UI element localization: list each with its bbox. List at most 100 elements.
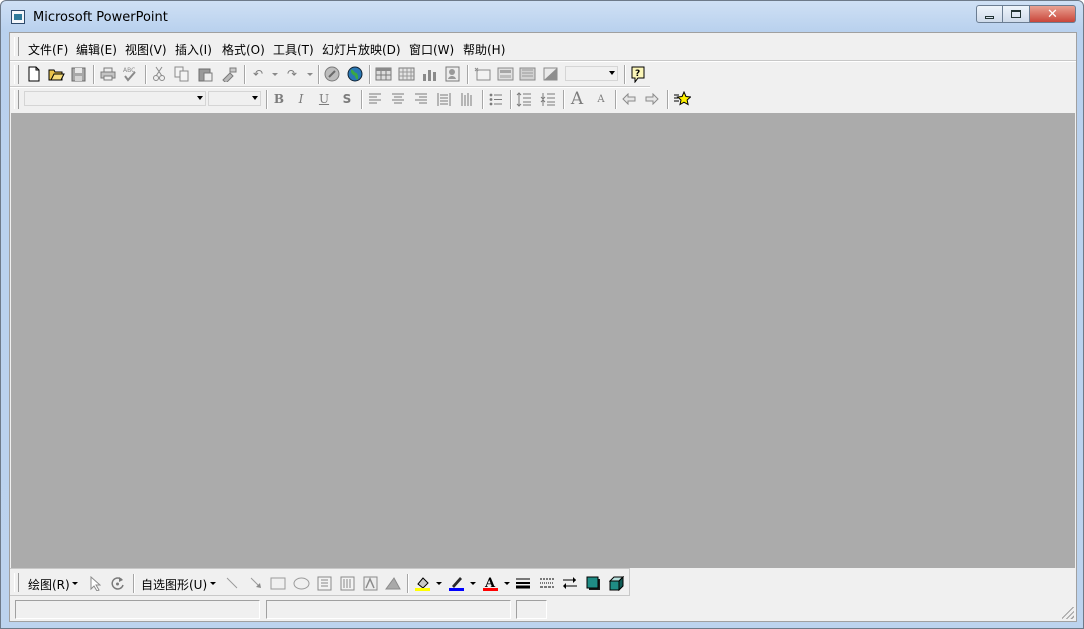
decrease-font-size-button[interactable]: A [592, 90, 610, 108]
menu-view[interactable]: 视图(V) [125, 41, 167, 58]
autoshapes-menu-button[interactable]: 自选图形(U) [141, 576, 207, 593]
menu-edit[interactable]: 编辑(E) [76, 41, 117, 58]
menubar-grip[interactable] [14, 37, 19, 56]
font-name-dropdown-arrow[interactable] [197, 96, 203, 100]
office-assistant-button[interactable]: ? [629, 65, 647, 83]
italic-label: I [298, 92, 304, 106]
dash-style-button[interactable] [538, 574, 556, 592]
decrease-paragraph-spacing-button[interactable] [539, 90, 557, 108]
title-bar[interactable]: Microsoft PowerPoint ✕ [1, 1, 1083, 33]
undo-button[interactable]: ↶ [249, 65, 267, 83]
demote-button[interactable] [643, 90, 661, 108]
redo-button[interactable]: ↷ [283, 65, 301, 83]
standard-toolbar-grip[interactable] [14, 65, 19, 84]
vertical-text-box-button[interactable] [338, 574, 356, 592]
menu-help[interactable]: 帮助(H) [463, 41, 505, 58]
line-color-button[interactable] [447, 574, 465, 592]
line-style-button[interactable] [514, 574, 532, 592]
insert-hyperlink-button[interactable] [323, 65, 341, 83]
slide-layout-button[interactable] [496, 65, 514, 83]
line-tool-button[interactable] [223, 574, 241, 592]
grayscale-preview-button[interactable] [541, 65, 559, 83]
align-left-button[interactable] [366, 90, 384, 108]
demote-icon [645, 93, 659, 105]
drawing-toolbar-grip[interactable] [14, 573, 19, 592]
paste-button[interactable] [197, 65, 215, 83]
shadow-style-icon [586, 576, 600, 590]
zoom-combo[interactable] [565, 66, 618, 81]
formatting-toolbar-grip[interactable] [14, 90, 19, 109]
maximize-button[interactable] [1003, 5, 1030, 23]
menu-insert[interactable]: 插入(I) [175, 41, 212, 58]
draw-menu-arrow[interactable] [72, 582, 78, 585]
insert-word-table-button[interactable] [374, 65, 392, 83]
font-color-dropdown-arrow[interactable] [504, 582, 510, 585]
bullets-button[interactable] [487, 90, 505, 108]
copy-button[interactable] [173, 65, 191, 83]
increase-paragraph-spacing-button[interactable] [515, 90, 533, 108]
font-size-combo[interactable] [208, 91, 261, 106]
bold-button[interactable]: B [270, 90, 288, 108]
arrow-style-button[interactable] [561, 574, 579, 592]
menu-tools[interactable]: 工具(T) [273, 41, 314, 58]
insert-excel-worksheet-button[interactable] [397, 65, 415, 83]
italic-button[interactable]: I [292, 90, 310, 108]
new-slide-button[interactable] [473, 65, 491, 83]
underline-button[interactable]: U [315, 90, 333, 108]
promote-button[interactable] [620, 90, 638, 108]
powerpoint-app-icon[interactable] [11, 10, 25, 24]
free-rotate-button[interactable] [108, 574, 126, 592]
font-size-dropdown-arrow[interactable] [252, 96, 258, 100]
undo-dropdown-arrow[interactable] [272, 73, 278, 76]
zoom-dropdown-arrow[interactable] [609, 71, 615, 75]
text-box-button[interactable] [315, 574, 333, 592]
web-toolbar-icon [347, 66, 362, 81]
shadow-button[interactable]: S [338, 90, 356, 108]
align-center-button[interactable] [389, 90, 407, 108]
draw-menu-button[interactable]: 绘图(R) [28, 576, 70, 593]
shadow-style-button[interactable] [584, 574, 602, 592]
print-button[interactable] [99, 65, 117, 83]
font-name-combo[interactable] [24, 91, 206, 106]
distribute-button[interactable] [458, 90, 476, 108]
insert-chart-button[interactable] [420, 65, 438, 83]
insert-clip-art-button[interactable] [443, 65, 461, 83]
align-right-button[interactable] [412, 90, 430, 108]
select-objects-button[interactable] [86, 574, 104, 592]
animation-effects-button[interactable] [673, 90, 691, 108]
fill-color-button[interactable] [413, 574, 431, 592]
document-workspace[interactable] [11, 113, 1075, 568]
cut-button[interactable] [150, 65, 168, 83]
insert-wordart-button[interactable] [361, 574, 379, 592]
line-color-dropdown-arrow[interactable] [470, 582, 476, 585]
fill-color-dropdown-arrow[interactable] [436, 582, 442, 585]
minimize-button[interactable] [976, 5, 1003, 23]
3d-style-button[interactable] [607, 574, 625, 592]
size-grip[interactable] [1062, 607, 1074, 619]
menu-window[interactable]: 窗口(W) [409, 41, 454, 58]
oval-tool-button[interactable] [292, 574, 310, 592]
format-painter-button[interactable] [220, 65, 238, 83]
font-color-button[interactable]: A [481, 574, 499, 592]
autoshapes-menu-arrow[interactable] [210, 582, 216, 585]
open-button[interactable] [47, 65, 65, 83]
rectangle-tool-button[interactable] [269, 574, 287, 592]
menu-slideshow[interactable]: 幻灯片放映(D) [322, 41, 401, 58]
justify-button[interactable] [435, 90, 453, 108]
align-right-icon [415, 93, 427, 103]
web-toolbar-button[interactable] [346, 65, 364, 83]
redo-dropdown-arrow[interactable] [307, 73, 313, 76]
spelling-button[interactable]: ABC [121, 65, 139, 83]
menu-format[interactable]: 格式(O) [222, 41, 265, 58]
new-document-button[interactable] [25, 65, 43, 83]
save-button[interactable] [69, 65, 87, 83]
increase-font-size-button[interactable]: A [568, 89, 586, 109]
apply-design-button[interactable] [518, 65, 536, 83]
arrow-tool-button[interactable] [247, 574, 265, 592]
oval-tool-icon [293, 577, 309, 589]
insert-clip-art-drawing-button[interactable] [384, 574, 402, 592]
menu-file[interactable]: 文件(F) [28, 41, 68, 58]
close-button[interactable]: ✕ [1030, 5, 1076, 23]
3d-style-icon [608, 575, 624, 591]
open-folder-icon [48, 69, 65, 81]
